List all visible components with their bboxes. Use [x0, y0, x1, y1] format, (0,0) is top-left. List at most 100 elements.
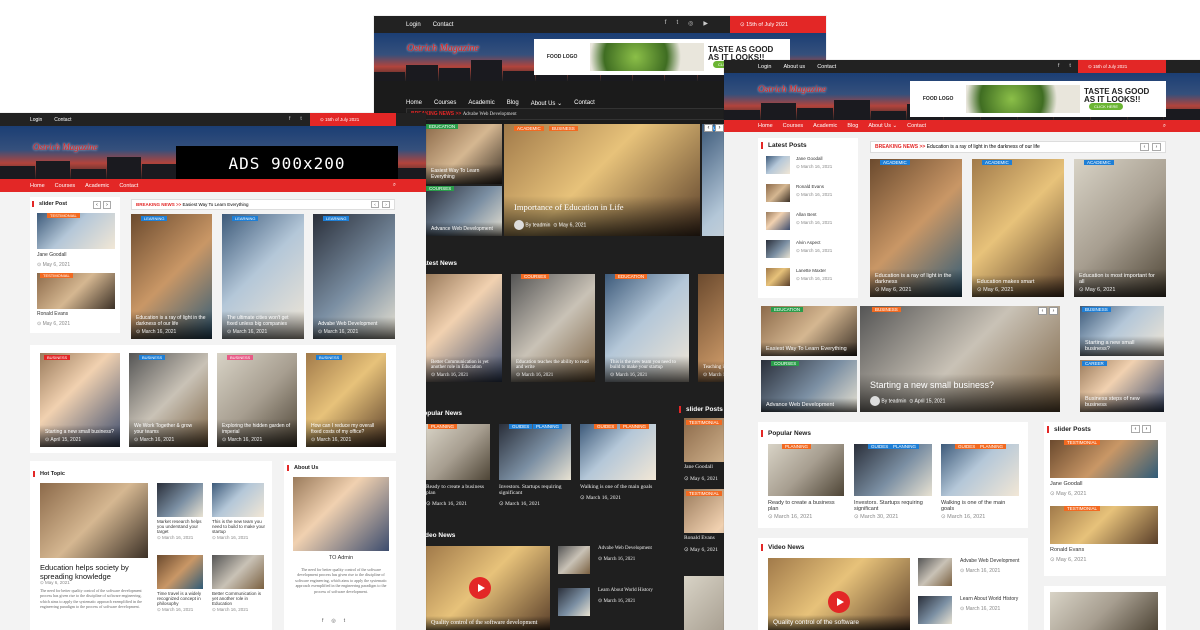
ad-click-button[interactable]: CLICK HERE	[1089, 103, 1124, 111]
facebook-icon[interactable]: f	[322, 618, 323, 624]
facebook-icon[interactable]: f	[1058, 63, 1060, 69]
slider-name-1[interactable]: Jane Goodall ⊙ May 6, 2021	[37, 252, 70, 268]
prev-arrow[interactable]: ‹	[1140, 143, 1149, 151]
slider-post-2[interactable]: TESTIMONIAL	[1050, 506, 1158, 544]
slider-name-2[interactable]: Ronald Evans ⊙ May 6, 2021	[1050, 547, 1086, 563]
popular-title-1[interactable]: Ready to create a business plan ⊙ March 1…	[426, 484, 490, 507]
about-link[interactable]: About us	[783, 64, 805, 70]
latest-item-5[interactable]: Lanette Maxter ⊙ March 16, 2021	[796, 268, 832, 282]
popular-img-3[interactable]: GUIDES PLANNING	[580, 424, 656, 480]
mid-left-top[interactable]: EDUCATION Easiest Way To Learn Everything	[761, 306, 857, 356]
video-thumb-1[interactable]	[558, 546, 590, 574]
nav-academic[interactable]: Academic	[813, 123, 837, 129]
nav-academic[interactable]: Academic	[468, 100, 494, 107]
nav-home[interactable]: Home	[406, 100, 422, 107]
slider-name-2[interactable]: Ronald Evans ⊙ May 6, 2021	[684, 535, 718, 553]
hero-left-top[interactable]: EDUCATION Easiest Way To Learn Everything	[426, 124, 502, 184]
popular-img-1[interactable]: PLANNING	[768, 444, 844, 496]
nav-home[interactable]: Home	[758, 123, 773, 129]
site-logo[interactable]: Ostrich Magazine	[407, 43, 479, 54]
login-link[interactable]: Login	[30, 117, 42, 123]
business-card-4[interactable]: BUSINESS How can I reduce my overall fixe…	[306, 353, 386, 447]
instagram-icon[interactable]: ◎	[688, 20, 693, 27]
latest-thumb-4[interactable]	[766, 240, 790, 258]
twitter-icon[interactable]: t	[344, 618, 345, 624]
popular-title-2[interactable]: Investors. Startups requiring significan…	[499, 484, 571, 507]
hot-thumb-2[interactable]	[212, 483, 264, 517]
next-arrow[interactable]: ›	[1142, 425, 1151, 433]
slider-name-1[interactable]: Jane Goodall ⊙ May 6, 2021	[684, 464, 718, 482]
post-card-1[interactable]: LEARNING Education is a ray of light in t…	[131, 214, 212, 339]
slider-post-1[interactable]: TESTIMONIAL	[37, 213, 115, 249]
popular-title-3[interactable]: Walking is one of the main goals ⊙ March …	[580, 484, 656, 501]
post-card-2[interactable]: LEARNING The ultimate cities won't get fi…	[222, 214, 304, 339]
food-ad-banner[interactable]: FOOD LOGO TASTE AS GOOD AS IT LOOKS!!CLI…	[910, 81, 1166, 117]
popular-img-2[interactable]: GUIDES PLANNING	[499, 424, 571, 480]
hot-thumb-1[interactable]	[157, 483, 203, 517]
hero-main-post[interactable]: ACADEMIC BUSINESS Importance of Education…	[504, 124, 700, 236]
nav-courses[interactable]: Courses	[783, 123, 803, 129]
popular-title-3[interactable]: Walking is one of the main goals ⊙ March …	[941, 500, 1019, 520]
popular-title-2[interactable]: Investors. Startups requiring significan…	[854, 500, 932, 520]
contact-link[interactable]: Contact	[54, 117, 71, 123]
post-card-3[interactable]: LEARNING Advabe Web Development ⊙ March 16…	[313, 214, 395, 339]
instagram-icon[interactable]: ◎	[331, 618, 335, 624]
prev-arrow[interactable]: ‹	[371, 201, 379, 208]
hot-item-4[interactable]: Better Communication is yet another role…	[212, 591, 266, 613]
nav-courses[interactable]: Courses	[434, 100, 456, 107]
slider-post-1[interactable]: TESTIMONIAL	[1050, 440, 1158, 478]
login-link[interactable]: Login	[758, 64, 771, 70]
nav-about[interactable]: About Us ⌄	[868, 123, 897, 129]
hot-item-3[interactable]: Time travel is a widely recognized conce…	[157, 591, 207, 613]
academic-card-3[interactable]: ACADEMIC Education is most important for …	[1074, 159, 1166, 297]
next-arrow[interactable]: ›	[1152, 143, 1161, 151]
latest-item-4[interactable]: Alvin Aspect ⊙ March 16, 2021	[796, 240, 832, 254]
hero-left-bottom[interactable]: COURSES Advance Web Development	[426, 186, 502, 236]
academic-card-2[interactable]: ACADEMIC Education makes smart ⊙ May 6, 20…	[972, 159, 1064, 297]
academic-card-1[interactable]: ACADEMIC Education is a ray of light in t…	[870, 159, 962, 297]
facebook-icon[interactable]: f	[289, 116, 290, 122]
bottom-thumb[interactable]	[1050, 592, 1158, 630]
play-button[interactable]	[828, 591, 850, 613]
hot-item-1[interactable]: Market research helps you understand you…	[157, 519, 207, 541]
contact-link[interactable]: Contact	[817, 64, 836, 70]
hot-main-title[interactable]: Education helps society by spreading kno…	[40, 563, 150, 581]
latest-thumb-3[interactable]	[766, 212, 790, 230]
popular-img-3[interactable]: GUIDES PLANNING	[941, 444, 1019, 496]
nav-academic[interactable]: Academic	[85, 183, 109, 189]
facebook-icon[interactable]: f	[665, 20, 667, 27]
next-arrow[interactable]: ›	[715, 124, 724, 132]
search-icon[interactable]: ⌕	[1163, 123, 1166, 130]
next-arrow[interactable]: ›	[1049, 307, 1058, 315]
twitter-icon[interactable]: t	[300, 116, 301, 122]
prev-arrow[interactable]: ‹	[93, 201, 101, 209]
hot-thumb-3[interactable]	[157, 555, 203, 589]
youtube-icon[interactable]: ▶	[703, 20, 708, 27]
video-title-1[interactable]: Advabe Web Development ⊙ March 16, 2021	[960, 558, 1020, 574]
ads-placeholder[interactable]: ADS 900x200	[176, 146, 398, 179]
slider-name-2[interactable]: Ronald Evans ⊙ May 6, 2021	[37, 311, 70, 327]
next-arrow[interactable]: ›	[382, 201, 390, 208]
login-link[interactable]: Login	[406, 22, 421, 28]
twitter-icon[interactable]: t	[676, 20, 678, 27]
latest-card-2[interactable]: COURSES Education teaches the ability to …	[511, 274, 595, 382]
latest-card-1[interactable]: Better Communication is yet another role…	[426, 274, 502, 382]
video-thumb-1[interactable]	[918, 558, 952, 586]
slider-name-1[interactable]: Jane Goodall ⊙ May 6, 2021	[1050, 481, 1086, 497]
latest-thumb-5[interactable]	[766, 268, 790, 286]
mid-left-bottom[interactable]: COURSES Advance Web Development	[761, 360, 857, 412]
business-card-2[interactable]: BUSINESS We Work Together & grow your tea…	[129, 353, 208, 447]
video-main[interactable]: Quality control of the software	[768, 558, 910, 630]
latest-card-3[interactable]: EDUCATION This is the new team you need t…	[605, 274, 689, 382]
play-button[interactable]	[469, 577, 491, 599]
nav-contact[interactable]: Contact	[119, 183, 138, 189]
mid-main-post[interactable]: BUSINESS ‹ › Starting a new small busines…	[860, 306, 1060, 412]
slider-post-2[interactable]: TESTIMONIAL	[37, 273, 115, 309]
prev-arrow[interactable]: ‹	[1131, 425, 1140, 433]
business-card-1[interactable]: BUSINESS Starting a new small business? ⊙ …	[40, 353, 120, 447]
prev-arrow[interactable]: ‹	[1038, 307, 1047, 315]
nav-contact[interactable]: Contact	[907, 123, 926, 129]
video-main[interactable]: Quality control of the software developm…	[426, 546, 550, 630]
video-title-2[interactable]: Learn About World History ⊙ March 16, 202…	[598, 588, 658, 604]
video-thumb-2[interactable]	[558, 588, 590, 616]
